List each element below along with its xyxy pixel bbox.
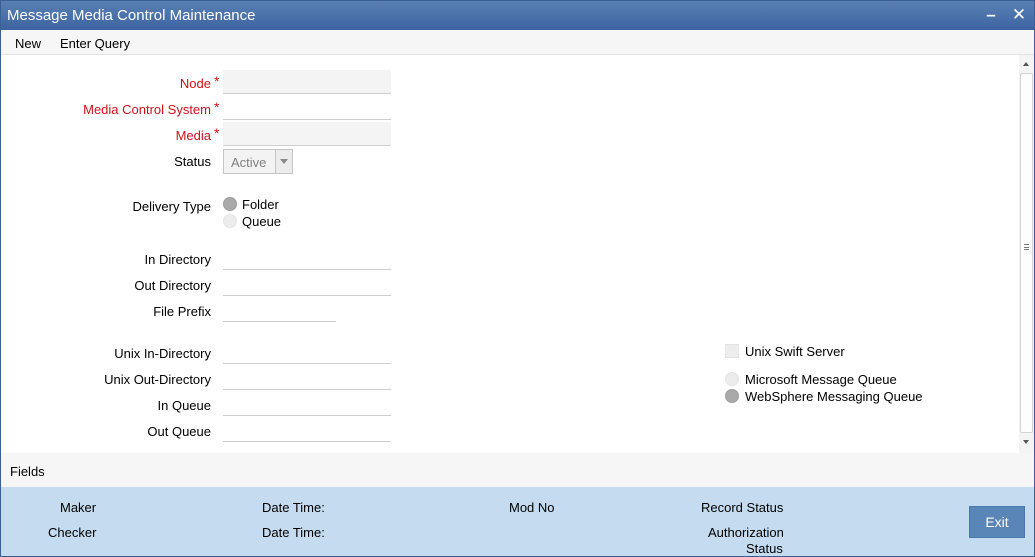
menu-new[interactable]: New <box>15 36 41 51</box>
delivery-folder-label: Folder <box>242 197 279 212</box>
fields-link[interactable]: Fields <box>10 464 45 479</box>
status-select-value: Active <box>231 155 267 170</box>
unix-in-directory-field[interactable] <box>223 340 391 364</box>
file-prefix-label: File Prefix <box>153 304 211 319</box>
unix-in-directory-label: Unix In-Directory <box>114 346 211 361</box>
maker-date-time-label: Date Time: <box>262 500 325 515</box>
delivery-type-label: Delivery Type <box>132 199 211 214</box>
in-queue-field[interactable] <box>223 392 391 416</box>
minimize-icon[interactable]: – <box>981 5 1001 25</box>
status-label: Status <box>174 154 211 169</box>
media-control-system-required-mark: * <box>214 99 220 115</box>
media-control-system-label: Media Control System <box>83 102 211 117</box>
media-control-system-field[interactable] <box>223 96 391 120</box>
title-bar: Message Media Control Maintenance – ✕ <box>1 1 1034 30</box>
out-directory-field[interactable] <box>223 272 391 296</box>
app-window: Message Media Control Maintenance – ✕ Ne… <box>0 0 1035 557</box>
record-status-label: Record Status <box>701 500 784 515</box>
out-queue-label: Out Queue <box>147 424 211 439</box>
scrollbar-thumb[interactable] <box>1020 73 1033 433</box>
menu-bar: New Enter Query <box>1 30 1034 55</box>
node-field[interactable] <box>223 70 391 94</box>
authorization-label: Authorization <box>708 525 784 540</box>
microsoft-message-queue-label: Microsoft Message Queue <box>745 372 897 387</box>
fields-bar: Fields <box>1 453 1034 487</box>
exit-button[interactable]: Exit <box>969 506 1025 538</box>
status-select[interactable]: Active <box>223 149 293 174</box>
unix-swift-server-checkbox[interactable] <box>725 344 739 358</box>
in-queue-label: In Queue <box>157 398 212 413</box>
mod-no-label: Mod No <box>509 500 555 515</box>
node-required-mark: * <box>214 73 220 89</box>
chevron-down-icon[interactable] <box>275 150 292 173</box>
authorization-status-label: Status <box>746 541 783 556</box>
unix-out-directory-field[interactable] <box>223 366 391 390</box>
maker-label: Maker <box>60 500 97 515</box>
checker-date-time-label: Date Time: <box>262 525 325 540</box>
unix-out-directory-label: Unix Out-Directory <box>104 372 211 387</box>
close-icon[interactable]: ✕ <box>1009 5 1029 25</box>
media-field[interactable] <box>223 122 391 146</box>
in-directory-field[interactable] <box>223 246 391 270</box>
vertical-scrollbar[interactable] <box>1019 55 1034 453</box>
media-required-mark: * <box>214 125 220 141</box>
websphere-messaging-queue-radio[interactable] <box>725 389 739 403</box>
media-label: Media <box>175 128 211 143</box>
window-title: Message Media Control Maintenance <box>7 7 256 24</box>
out-directory-label: Out Directory <box>134 278 211 293</box>
scroll-down-icon[interactable] <box>1019 435 1034 449</box>
delivery-queue-label: Queue <box>242 214 282 229</box>
microsoft-message-queue-radio[interactable] <box>725 372 739 386</box>
delivery-folder-radio[interactable] <box>223 197 237 211</box>
websphere-messaging-queue-label: WebSphere Messaging Queue <box>745 389 923 404</box>
grip-icon <box>1024 244 1029 250</box>
out-queue-field[interactable] <box>223 418 391 442</box>
node-label: Node <box>179 76 211 91</box>
menu-enter-query[interactable]: Enter Query <box>60 36 130 51</box>
scroll-up-icon[interactable] <box>1019 57 1034 71</box>
file-prefix-field[interactable] <box>223 298 336 322</box>
unix-swift-server-label: Unix Swift Server <box>745 344 845 359</box>
checker-label: Checker <box>48 525 97 540</box>
delivery-queue-radio[interactable] <box>223 214 237 228</box>
form-area: Node * Media Control System * Media * St… <box>1 55 1019 453</box>
in-directory-label: In Directory <box>144 252 211 267</box>
audit-footer: Maker Checker Date Time: Date Time: Mod … <box>1 487 1034 556</box>
